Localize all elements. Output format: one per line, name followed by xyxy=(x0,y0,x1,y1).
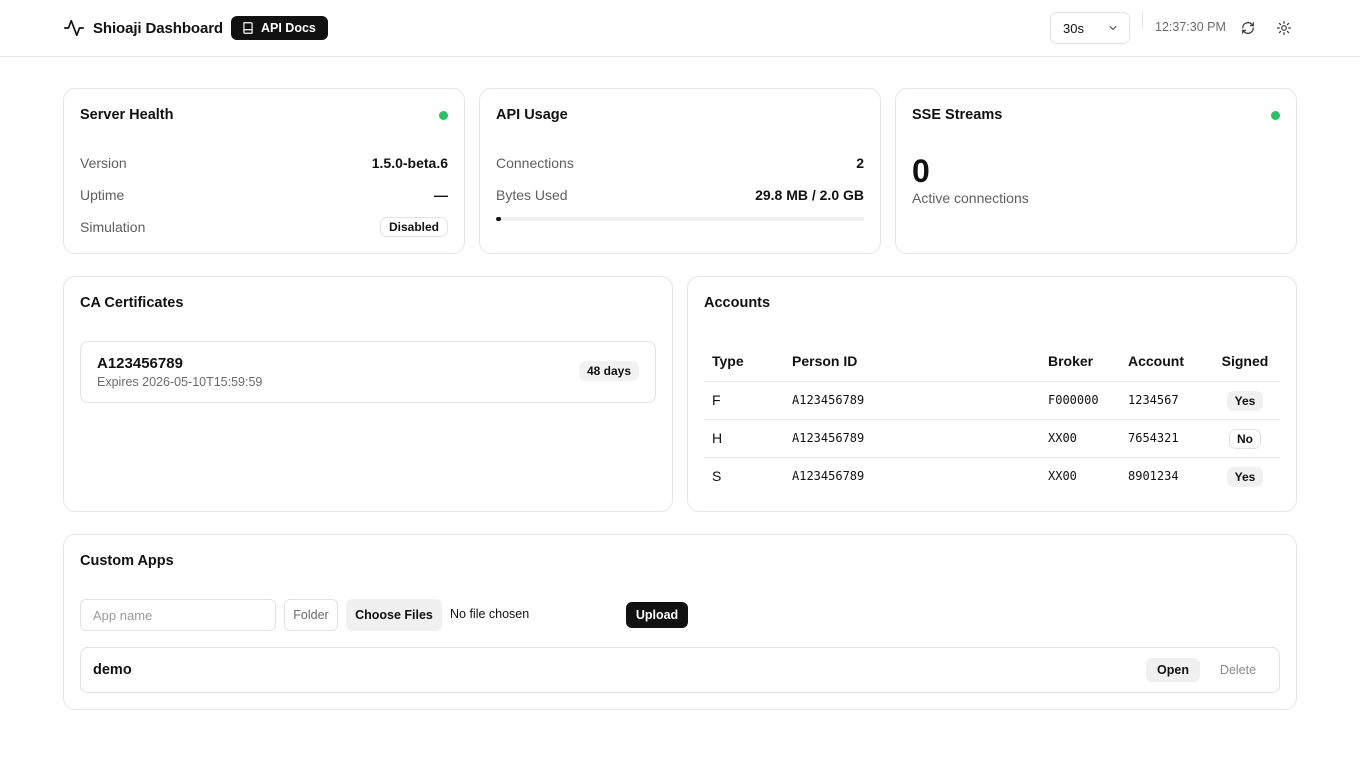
table-row: H A123456789 XX00 7654321 No xyxy=(704,419,1280,458)
api-docs-button[interactable]: API Docs xyxy=(231,16,328,40)
simulation-row: Simulation Disabled xyxy=(80,217,448,237)
refresh-interval-select[interactable]: 30s xyxy=(1050,12,1130,44)
accounts-card: Accounts Type Person ID Broker Account S… xyxy=(687,276,1297,512)
simulation-badge: Disabled xyxy=(379,217,448,237)
account-type: H xyxy=(704,419,784,458)
server-health-title: Server Health xyxy=(80,107,174,123)
uptime-label: Uptime xyxy=(80,187,125,203)
bytes-used-row: Bytes Used 29.8 MB / 2.0 GB xyxy=(496,185,864,205)
refresh-icon xyxy=(1242,22,1254,34)
no-file-chosen-label: No file chosen xyxy=(450,607,530,621)
signed-badge: No xyxy=(1229,429,1261,449)
column-header-signed: Signed xyxy=(1210,341,1280,382)
certificate-item: A123456789 Expires 2026-05-10T15:59:59 4… xyxy=(80,341,656,403)
refresh-button[interactable] xyxy=(1238,18,1258,38)
account-person-id: A123456789 xyxy=(784,419,1040,458)
account-type: F xyxy=(704,381,784,420)
list-item: demo Open Delete xyxy=(80,647,1280,693)
api-docs-label: API Docs xyxy=(261,21,316,35)
account-broker: XX00 xyxy=(1048,469,1077,484)
bytes-used-progress xyxy=(496,217,864,221)
account-signed-cell: Yes xyxy=(1210,457,1280,495)
accounts-table: Type Person ID Broker Account Signed F A… xyxy=(704,341,1280,495)
column-header-broker: Broker xyxy=(1040,341,1120,382)
connections-label: Connections xyxy=(496,155,574,171)
top-bar: Shioaji Dashboard API Docs 30s 12:37:30 … xyxy=(0,0,1360,57)
table-row: F A123456789 F000000 1234567 Yes xyxy=(704,381,1280,420)
account-person-id: A123456789 xyxy=(784,381,1040,420)
theme-toggle-button[interactable] xyxy=(1274,18,1294,38)
bytes-used-label: Bytes Used xyxy=(496,187,568,203)
signed-badge: Yes xyxy=(1226,467,1264,488)
active-connections-count: 0 xyxy=(912,153,930,189)
ca-certificates-card: CA Certificates A123456789 Expires 2026-… xyxy=(63,276,673,512)
bytes-used-progress-fill xyxy=(496,217,502,221)
table-row: S A123456789 XX00 8901234 Yes xyxy=(704,457,1280,495)
last-updated-time: 12:37:30 PM xyxy=(1155,20,1226,34)
app-title: Shioaji Dashboard xyxy=(93,19,223,37)
open-app-button[interactable]: Open xyxy=(1146,658,1200,682)
app-name-input[interactable] xyxy=(80,599,276,631)
active-connections-label: Active connections xyxy=(912,190,1029,206)
custom-apps-card: Custom Apps Folder Choose Files No file … xyxy=(63,534,1297,710)
sse-status-indicator xyxy=(1271,111,1280,120)
account-broker: F000000 xyxy=(1040,381,1120,420)
brand[interactable]: Shioaji Dashboard xyxy=(63,16,223,40)
folder-button[interactable]: Folder xyxy=(284,599,338,631)
server-status-indicator xyxy=(439,111,448,120)
connections-row: Connections 2 xyxy=(496,153,864,173)
delete-app-button[interactable]: Delete xyxy=(1209,658,1267,682)
version-row: Version 1.5.0-beta.6 xyxy=(80,153,448,173)
account-type: S xyxy=(712,468,722,485)
version-value: 1.5.0-beta.6 xyxy=(371,155,448,171)
uptime-row: Uptime — xyxy=(80,185,448,205)
connections-value: 2 xyxy=(856,155,864,171)
uptime-value: — xyxy=(434,187,448,203)
account-number: 1234567 xyxy=(1120,381,1210,420)
account-person-id: A123456789 xyxy=(792,469,865,484)
server-health-card: Server Health Version 1.5.0-beta.6 Uptim… xyxy=(63,88,465,254)
certificate-days-badge: 48 days xyxy=(578,361,639,381)
bytes-used-value: 29.8 MB / 2.0 GB xyxy=(755,187,864,203)
book-icon xyxy=(243,22,253,34)
account-number: 7654321 xyxy=(1120,419,1210,458)
api-usage-card: API Usage Connections 2 Bytes Used 29.8 … xyxy=(479,88,881,254)
sse-streams-card: SSE Streams 0 Active connections xyxy=(895,88,1297,254)
column-header-type: Type xyxy=(704,341,784,382)
accounts-title: Accounts xyxy=(704,295,771,311)
accounts-header-row: Type Person ID Broker Account Signed xyxy=(704,341,1280,382)
refresh-interval-value: 30s xyxy=(1063,20,1084,36)
certificate-expiry: Expires 2026-05-10T15:59:59 xyxy=(97,375,263,389)
account-broker: XX00 xyxy=(1040,419,1120,458)
account-signed-cell: No xyxy=(1210,419,1280,458)
custom-apps-title: Custom Apps xyxy=(80,553,174,569)
column-header-account: Account xyxy=(1120,341,1210,382)
app-name: demo xyxy=(93,662,132,678)
upload-button[interactable]: Upload xyxy=(626,602,688,628)
account-number: 8901234 xyxy=(1128,469,1179,484)
account-signed-cell: Yes xyxy=(1210,381,1280,420)
ca-certificates-title: CA Certificates xyxy=(80,295,184,311)
signed-badge: Yes xyxy=(1226,391,1264,411)
sun-icon xyxy=(1277,21,1291,35)
simulation-label: Simulation xyxy=(80,219,146,235)
activity-pulse-icon xyxy=(64,19,84,37)
certificate-id: A123456789 xyxy=(97,355,183,372)
header-divider xyxy=(1142,12,1143,28)
version-label: Version xyxy=(80,155,127,171)
column-header-person-id: Person ID xyxy=(784,341,1040,382)
sse-streams-title: SSE Streams xyxy=(912,107,1003,123)
api-usage-title: API Usage xyxy=(496,107,568,123)
choose-files-button[interactable]: Choose Files xyxy=(346,599,442,631)
chevron-down-icon xyxy=(1109,26,1117,30)
